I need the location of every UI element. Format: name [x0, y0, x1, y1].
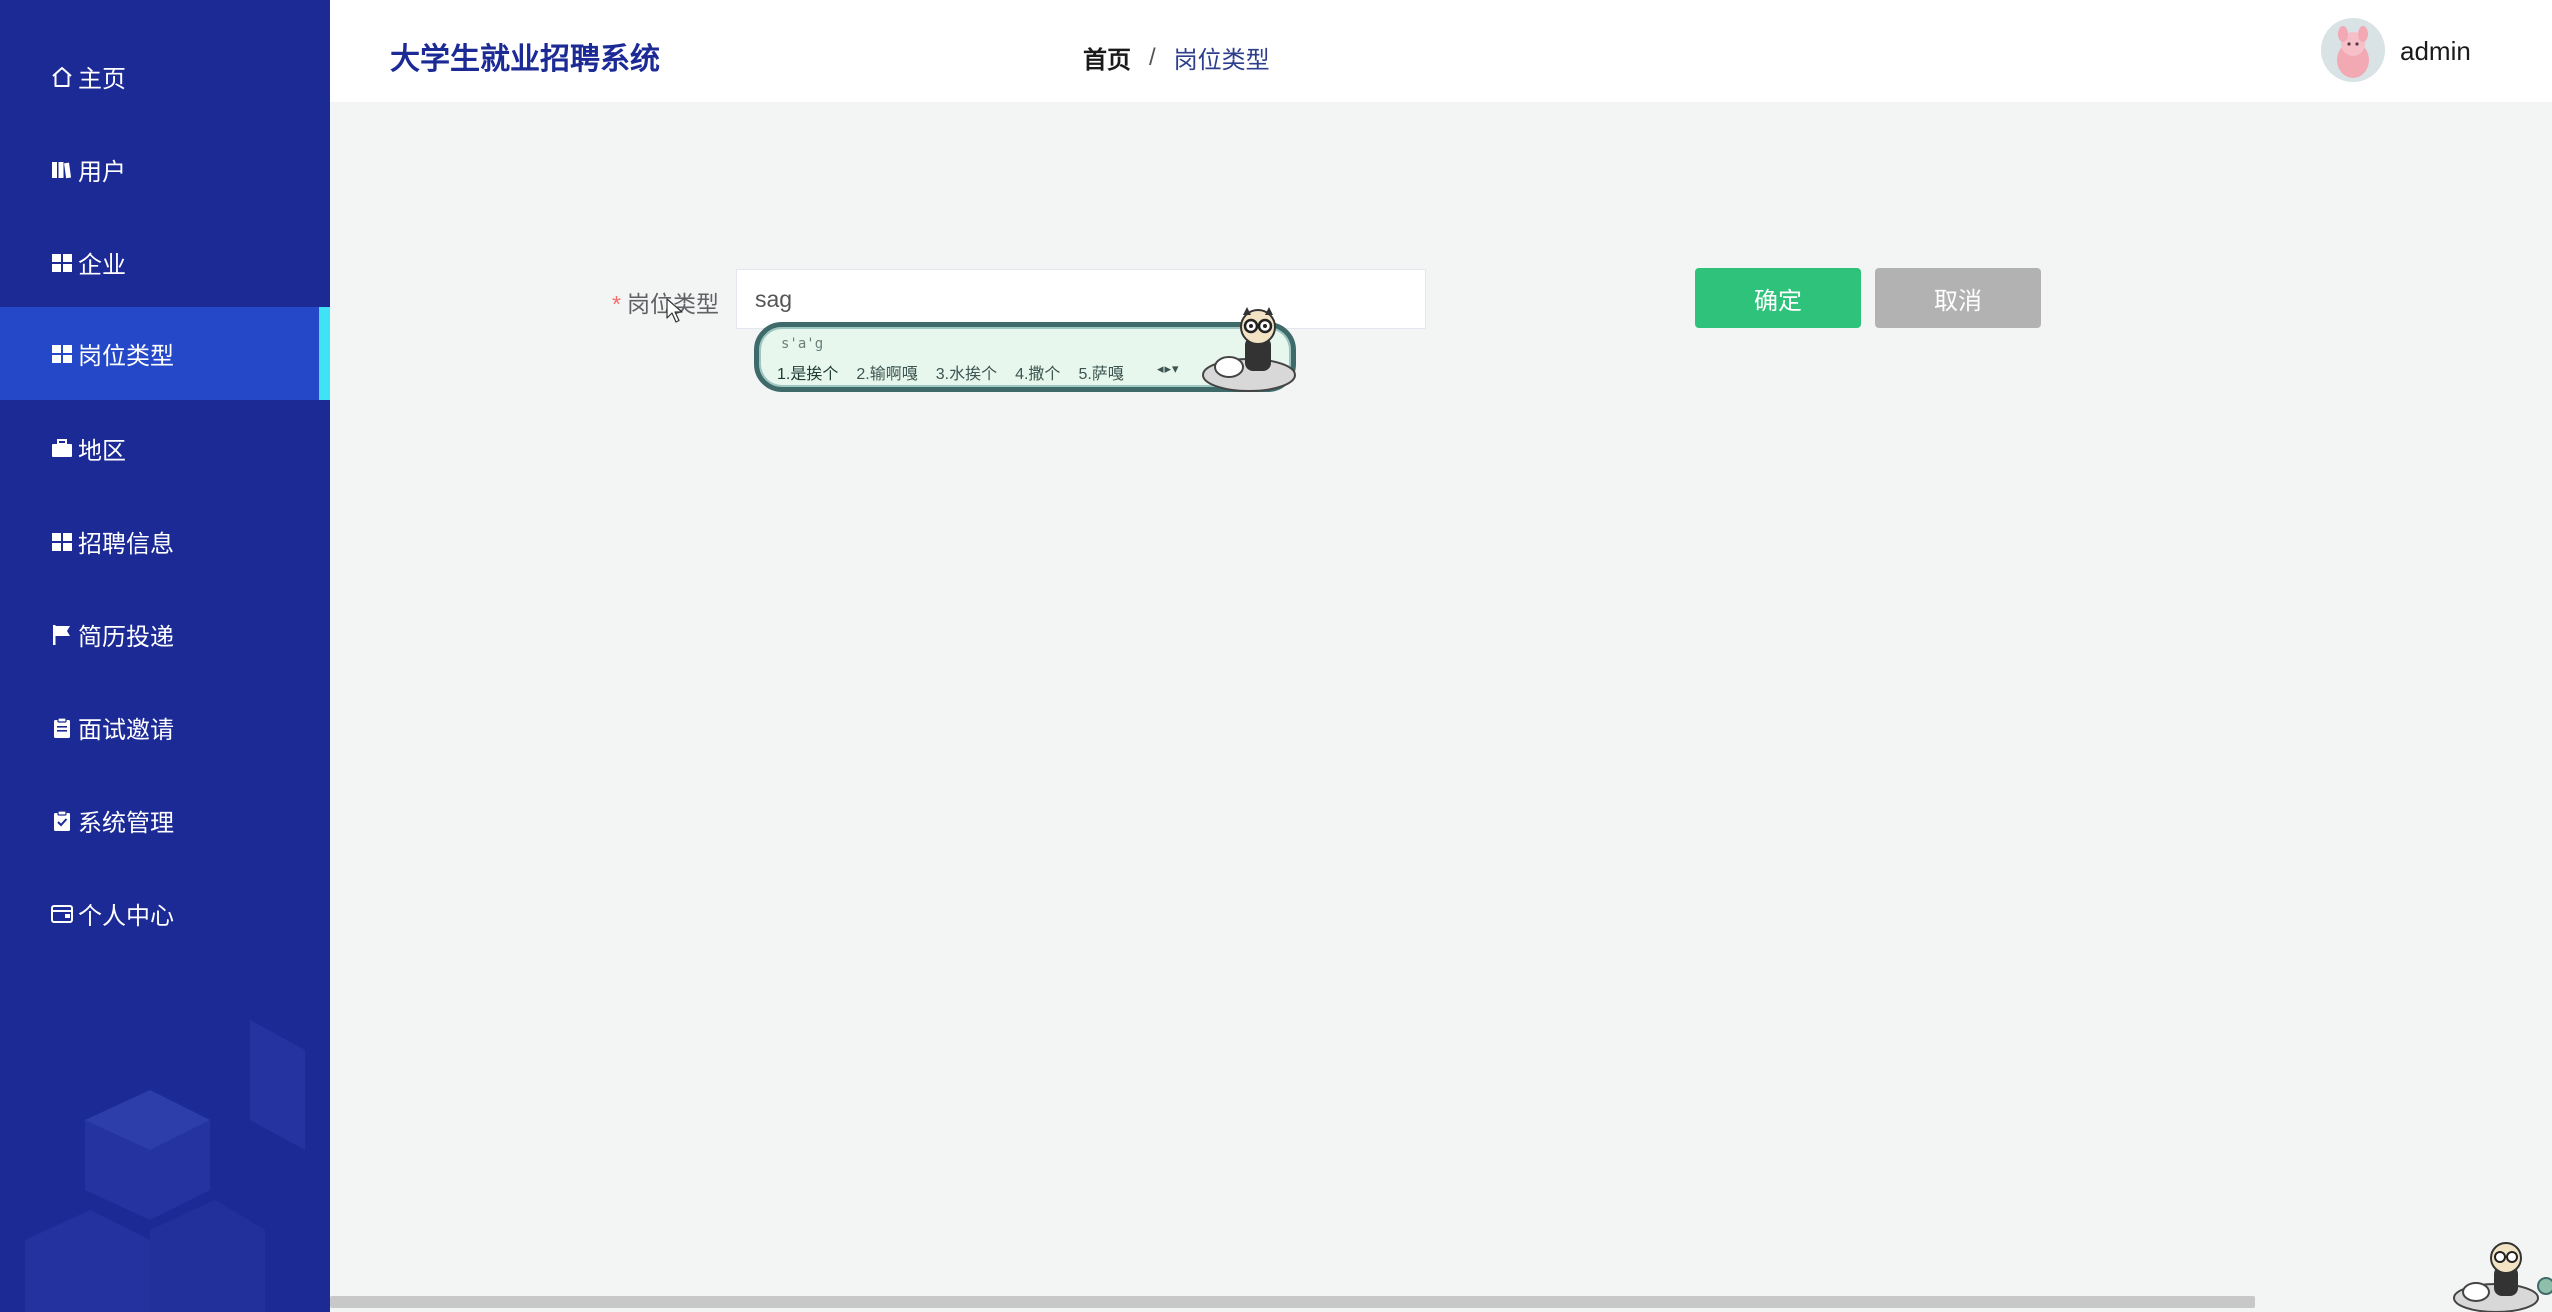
ime-candidate[interactable]: 2.输啊嘎 — [856, 360, 917, 384]
avatar[interactable] — [2321, 18, 2385, 82]
sidebar: 主页 用户 企业 岗位类型 地区 招聘信息 简历投递 面试邀请 系统管理 个人中… — [0, 0, 330, 1312]
breadcrumb: 首页 / 岗位类型 — [1083, 40, 1270, 75]
sidebar-item-label: 地区 — [78, 438, 126, 465]
breadcrumb-current: 岗位类型 — [1173, 47, 1270, 74]
sidebar-item-label: 系统管理 — [78, 810, 174, 837]
sidebar-item-label: 用户 — [78, 159, 126, 186]
breadcrumb-home-link[interactable]: 首页 — [1083, 40, 1131, 75]
job-type-input[interactable] — [736, 269, 1426, 329]
horizontal-scrollbar[interactable] — [330, 1296, 2255, 1308]
sidebar-item-label: 简历投递 — [78, 624, 174, 651]
sidebar-item-enterprise[interactable]: 企业 — [0, 216, 330, 309]
sidebar-item-label: 企业 — [78, 252, 126, 279]
ime-mascot-icon — [1202, 307, 1296, 392]
wallet-icon — [50, 902, 74, 926]
decorative-cubes — [25, 1020, 305, 1312]
sidebar-item-label: 个人中心 — [78, 903, 174, 930]
clipboard-check-icon — [50, 809, 74, 833]
breadcrumb-separator: / — [1149, 43, 1156, 71]
book-icon — [50, 158, 74, 182]
ime-pinyin: s'a'g — [781, 336, 824, 352]
ime-candidate[interactable]: 1.是挨个 — [777, 360, 838, 384]
sidebar-item-resume[interactable]: 简历投递 — [0, 588, 330, 681]
ime-candidate-popup: s'a'g 1.是挨个 2.输啊嘎 3.水挨个 4.撒个 5.萨嘎 ◂▸▾ — [754, 307, 1296, 392]
mouse-cursor-icon — [666, 298, 683, 323]
grid-icon — [50, 342, 74, 366]
ime-candidate-list: 1.是挨个 2.输啊嘎 3.水挨个 4.撒个 5.萨嘎 — [777, 360, 1142, 384]
required-mark: * — [612, 291, 621, 317]
ime-candidate[interactable]: 4.撒个 — [1015, 360, 1060, 384]
ime-toolbar-mascot-icon[interactable] — [2450, 1240, 2552, 1312]
grid-icon — [50, 530, 74, 554]
sidebar-item-label: 主页 — [78, 66, 126, 93]
briefcase-icon — [50, 437, 74, 461]
ime-candidate[interactable]: 5.萨嘎 — [1078, 360, 1123, 384]
sidebar-item-region[interactable]: 地区 — [0, 402, 330, 495]
username[interactable]: admin — [2400, 36, 2471, 67]
sidebar-item-system[interactable]: 系统管理 — [0, 774, 330, 867]
sidebar-item-job-type[interactable]: 岗位类型 — [0, 307, 330, 400]
flag-icon — [50, 623, 74, 647]
clipboard-icon — [50, 716, 74, 740]
sidebar-item-label: 岗位类型 — [78, 343, 174, 370]
sidebar-item-users[interactable]: 用户 — [0, 123, 330, 216]
sidebar-item-label: 面试邀请 — [78, 717, 174, 744]
sidebar-item-label: 招聘信息 — [78, 531, 174, 558]
app-title: 大学生就业招聘系统 — [390, 43, 660, 76]
ime-candidate[interactable]: 3.水挨个 — [936, 360, 997, 384]
grid-icon — [50, 251, 74, 275]
sidebar-item-interview[interactable]: 面试邀请 — [0, 681, 330, 774]
home-icon — [50, 65, 74, 89]
sidebar-item-recruitment[interactable]: 招聘信息 — [0, 495, 330, 588]
header: 大学生就业招聘系统 首页 / 岗位类型 admin — [330, 0, 2552, 102]
cancel-button[interactable]: 取消 — [1875, 268, 2041, 328]
confirm-button[interactable]: 确定 — [1695, 268, 1861, 328]
sidebar-item-profile[interactable]: 个人中心 — [0, 867, 330, 960]
ime-page-arrows-icon[interactable]: ◂▸▾ — [1157, 361, 1180, 377]
sidebar-item-home[interactable]: 主页 — [0, 30, 330, 123]
